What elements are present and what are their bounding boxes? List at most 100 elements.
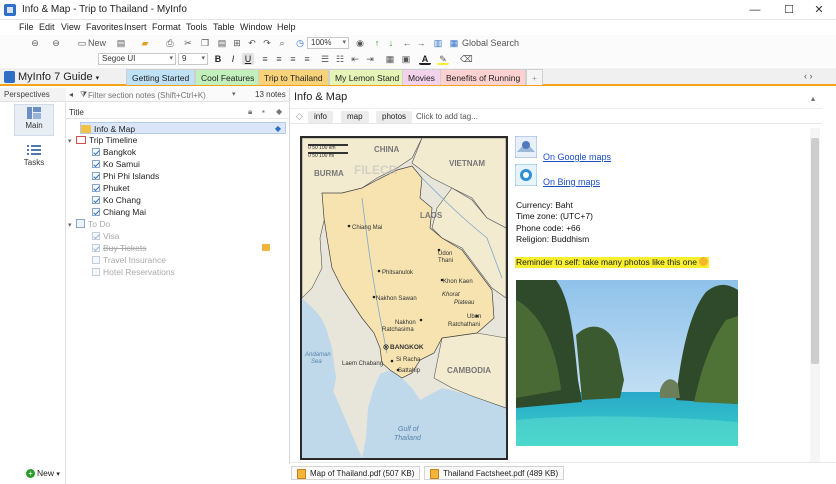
checkbox[interactable]	[92, 160, 100, 168]
insert-table-icon[interactable]: ▦	[384, 53, 396, 65]
attachment-factsheet-pdf[interactable]: Thailand Factsheet.pdf (489 KB)	[424, 466, 565, 480]
tree-item-buy-tickets[interactable]: Buy Tickets	[92, 242, 272, 254]
add-tab-button[interactable]: +	[526, 69, 543, 85]
menu-favorites[interactable]: Favorites	[86, 22, 123, 32]
tree-item-chiang-mai[interactable]: Chiang Mai	[92, 206, 146, 218]
perspective-main[interactable]: Main	[14, 104, 54, 136]
bold-button[interactable]: B	[212, 53, 224, 65]
note-title[interactable]: Info & Map	[294, 91, 347, 103]
move-right-icon[interactable]: →	[415, 37, 427, 49]
font-select[interactable]: Segoe UI	[98, 53, 176, 65]
google-maps-icon[interactable]	[515, 136, 537, 158]
menu-tools[interactable]: Tools	[186, 22, 207, 32]
outdent-icon[interactable]: ⇤	[349, 53, 361, 65]
align-left-icon[interactable]: ≡	[259, 53, 271, 65]
maximize-button[interactable]: ☐	[772, 0, 806, 20]
copy-icon[interactable]: ❐	[199, 37, 211, 49]
find-icon[interactable]: ⌕	[276, 37, 288, 49]
tree-item-travel-insurance[interactable]: Travel Insurance	[92, 254, 166, 266]
google-maps-link[interactable]: On Google maps	[543, 152, 611, 162]
tab-scroll-arrows[interactable]: ‹ ›	[804, 71, 813, 81]
global-search-button[interactable]: Global Search	[462, 37, 522, 49]
move-up-icon[interactable]: ↑	[371, 37, 383, 49]
panel-icon[interactable]: ▥	[432, 37, 444, 49]
underline-button[interactable]: U	[242, 53, 254, 65]
paste-icon[interactable]: ▤	[216, 37, 228, 49]
font-size-select[interactable]: 9	[178, 53, 208, 65]
menu-insert[interactable]: Insert	[124, 22, 147, 32]
checkbox[interactable]	[92, 172, 100, 180]
justify-icon[interactable]: ≡	[301, 53, 313, 65]
print-icon[interactable]: ⎙	[164, 37, 176, 49]
tag-map[interactable]: map	[341, 111, 369, 123]
tag-info[interactable]: info	[308, 111, 333, 123]
checkbox[interactable]	[92, 148, 100, 156]
bing-maps-icon[interactable]	[515, 164, 537, 186]
filter-input[interactable]	[88, 89, 242, 101]
tree-item-to-do[interactable]: ▾ To Do	[68, 218, 110, 230]
checkbox[interactable]	[92, 268, 100, 276]
zoom-select[interactable]: 100%	[307, 37, 349, 49]
menu-view[interactable]: View	[61, 22, 80, 32]
tree-item-ko-chang[interactable]: Ko Chang	[92, 194, 141, 206]
menu-file[interactable]: File	[19, 22, 34, 32]
move-down-icon[interactable]: ↓	[385, 37, 397, 49]
tree-item-visa[interactable]: Visa	[92, 230, 119, 242]
collapse-icon[interactable]: ◂	[69, 90, 73, 99]
panel-splitter[interactable]	[289, 88, 290, 464]
tree-item-ko-samui[interactable]: Ko Samui	[92, 158, 140, 170]
italic-button[interactable]: I	[227, 53, 239, 65]
checkbox[interactable]	[92, 256, 100, 264]
menu-window[interactable]: Window	[240, 22, 272, 32]
checkbox[interactable]	[92, 244, 100, 252]
indent-icon[interactable]: ⇥	[364, 53, 376, 65]
tab-getting-started[interactable]: Getting Started	[126, 69, 196, 85]
clear-format-icon[interactable]: ⌫	[460, 53, 473, 65]
chevron-down-icon[interactable]: ▾	[68, 136, 76, 148]
bing-maps-link[interactable]: On Bing maps	[543, 177, 600, 187]
checkbox[interactable]	[92, 184, 100, 192]
tab-trip-to-thailand[interactable]: Trip to Thailand	[258, 69, 329, 85]
forward-icon[interactable]: ⊖	[50, 37, 62, 49]
redo-icon[interactable]: ↷	[261, 37, 273, 49]
attachment-map-pdf[interactable]: Map of Thailand.pdf (507 KB)	[291, 466, 421, 480]
back-icon[interactable]: ⊖	[29, 37, 41, 49]
open-folder-icon[interactable]: ▰	[139, 37, 151, 49]
align-right-icon[interactable]: ≡	[287, 53, 299, 65]
align-center-icon[interactable]: ≡	[273, 53, 285, 65]
menu-help[interactable]: Help	[277, 22, 296, 32]
column-title[interactable]: Title	[69, 108, 84, 117]
move-left-icon[interactable]: ←	[401, 37, 413, 49]
tree-item-trip-timeline[interactable]: ▾ Trip Timeline	[68, 134, 137, 146]
perspective-tasks[interactable]: Tasks	[14, 142, 54, 174]
new-note-icon[interactable]: ▭	[76, 37, 88, 49]
new-perspective-button[interactable]: + New ▾	[26, 468, 60, 478]
chevron-up-icon[interactable]: ▴	[811, 94, 815, 103]
checkbox[interactable]	[92, 196, 100, 204]
undo-icon[interactable]: ↶	[246, 37, 258, 49]
new-button[interactable]: New	[88, 37, 110, 49]
menu-format[interactable]: Format	[152, 22, 181, 32]
document-title-dropdown[interactable]: MyInfo 7 Guide ▾	[18, 69, 99, 85]
tab-my-lemon-stand[interactable]: My Lemon Stand	[329, 69, 406, 85]
cut-icon[interactable]: ✂	[182, 37, 194, 49]
tab-cool-features[interactable]: Cool Features	[195, 69, 261, 85]
insert-image-icon[interactable]: ▣	[400, 53, 412, 65]
tree-item-phi-phi-islands[interactable]: Phi Phi Islands	[92, 170, 159, 182]
bookmark-icon[interactable]: ◉	[354, 37, 366, 49]
copy-format-icon[interactable]: ⊞	[231, 37, 243, 49]
close-button[interactable]: ✕	[802, 0, 836, 20]
minimize-button[interactable]: —	[738, 0, 772, 20]
font-color-button[interactable]: A	[419, 53, 431, 65]
add-tag-prompt[interactable]: Click to add tag...	[416, 111, 478, 123]
chevron-down-icon[interactable]: ▾	[68, 220, 76, 232]
tree-item-phuket[interactable]: Phuket	[92, 182, 129, 194]
checkbox[interactable]	[92, 208, 100, 216]
add-icon[interactable]: ▤	[115, 37, 127, 49]
chevron-down-icon[interactable]: ▾	[232, 90, 236, 98]
scrollbar-thumb[interactable]	[811, 138, 819, 364]
history-icon[interactable]: ◷	[294, 37, 306, 49]
tree-item-hotel-reservations[interactable]: Hotel Reservations	[92, 266, 175, 278]
tab-movies[interactable]: Movies	[402, 69, 441, 85]
tree-item-info-map[interactable]: Info & Map ◆	[80, 122, 286, 134]
